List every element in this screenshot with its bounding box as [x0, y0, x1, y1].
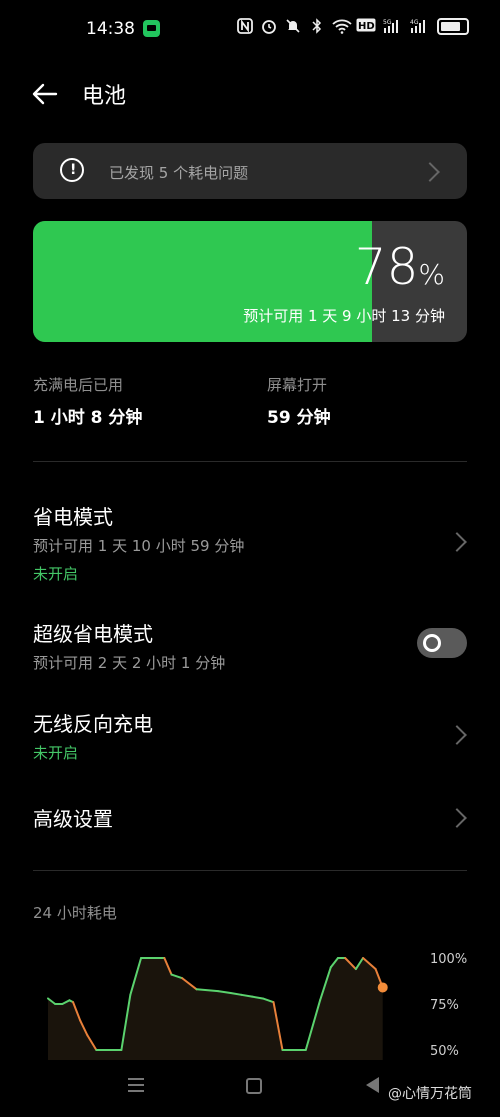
- super-power-saving-subtitle: 预计可用 2 天 2 小时 1 分钟: [33, 654, 226, 672]
- back-icon[interactable]: [366, 1077, 379, 1093]
- menu-icon[interactable]: [127, 1077, 145, 1093]
- battery-icon: [437, 18, 469, 35]
- hd-icon: HD: [356, 18, 376, 35]
- super-power-saving-toggle[interactable]: [417, 628, 467, 658]
- chevron-right-icon: [447, 532, 467, 552]
- battery-percent-number: 78: [354, 238, 419, 296]
- chevron-right-icon: [447, 725, 467, 745]
- battery-estimate: 预计可用 1 天 9 小时 13 分钟: [243, 307, 445, 325]
- net-4g-label: 4G: [410, 19, 419, 26]
- battery-level-card: 78% 预计可用 1 天 9 小时 13 分钟: [33, 221, 467, 342]
- toggle-knob: [423, 634, 441, 652]
- watermark: @心情万花筒: [388, 1086, 472, 1102]
- power-saving-status: 未开启: [33, 565, 79, 583]
- y-tick-label: 50%: [430, 1044, 459, 1059]
- nfc-icon: [236, 18, 253, 35]
- since-full-charge-value: 1 小时 8 分钟: [33, 408, 143, 428]
- battery-usage-chart: 100% 75% 50%: [47, 952, 467, 1060]
- current-level-point: [377, 982, 388, 993]
- net-5g-label: 5G: [383, 19, 392, 26]
- screen-on-value: 59 分钟: [267, 408, 331, 428]
- wireless-reverse-charging-row[interactable]: 无线反向充电 未开启: [0, 702, 500, 766]
- power-saving-title: 省电模式: [33, 505, 113, 529]
- super-power-saving-title: 超级省电模式: [33, 622, 153, 646]
- issue-text: 已发现 5 个耗电问题: [109, 164, 249, 182]
- hd-label: HD: [358, 21, 375, 32]
- signal-5g-icon: 5G: [383, 18, 403, 35]
- y-tick-label: 75%: [430, 998, 459, 1013]
- chevron-right-icon: [447, 808, 467, 828]
- battery-percent: 78%: [355, 238, 445, 296]
- divider: [33, 870, 467, 871]
- page-title: 电池: [82, 84, 127, 109]
- divider: [33, 461, 467, 462]
- power-saving-subtitle: 预计可用 1 天 10 小时 59 分钟: [33, 537, 245, 555]
- advanced-settings-title: 高级设置: [33, 807, 113, 831]
- power-saving-mode-row[interactable]: 省电模式 预计可用 1 天 10 小时 59 分钟 未开启: [0, 495, 500, 587]
- screen-on-label: 屏幕打开: [267, 376, 328, 394]
- status-icons: HD 5G 4G: [236, 18, 469, 35]
- back-arrow-icon[interactable]: [30, 79, 60, 109]
- power-issues-banner[interactable]: ! 已发现 5 个耗电问题: [33, 143, 467, 199]
- advanced-settings-row[interactable]: 高级设置: [0, 797, 500, 837]
- chart-title: 24 小时耗电: [33, 904, 117, 922]
- mute-icon: [284, 18, 301, 35]
- y-tick-label: 100%: [430, 952, 467, 967]
- since-full-charge-label: 充满电后已用: [33, 376, 124, 394]
- chevron-right-icon: [420, 162, 440, 182]
- series-area: [48, 958, 383, 1060]
- status-bar: 14:38 HD 5G 4G: [0, 0, 500, 58]
- wireless-reverse-title: 无线反向充电: [33, 712, 153, 736]
- warning-icon: !: [60, 158, 84, 182]
- status-time: 14:38: [86, 19, 135, 39]
- wifi-icon: [332, 18, 352, 35]
- signal-4g-icon: 4G: [410, 18, 430, 35]
- home-icon[interactable]: [246, 1078, 262, 1094]
- wireless-reverse-status: 未开启: [33, 744, 79, 762]
- alarm-icon: [260, 18, 277, 35]
- battery-percent-sign: %: [418, 258, 445, 291]
- bluetooth-icon: [308, 18, 325, 35]
- message-icon: [143, 20, 160, 37]
